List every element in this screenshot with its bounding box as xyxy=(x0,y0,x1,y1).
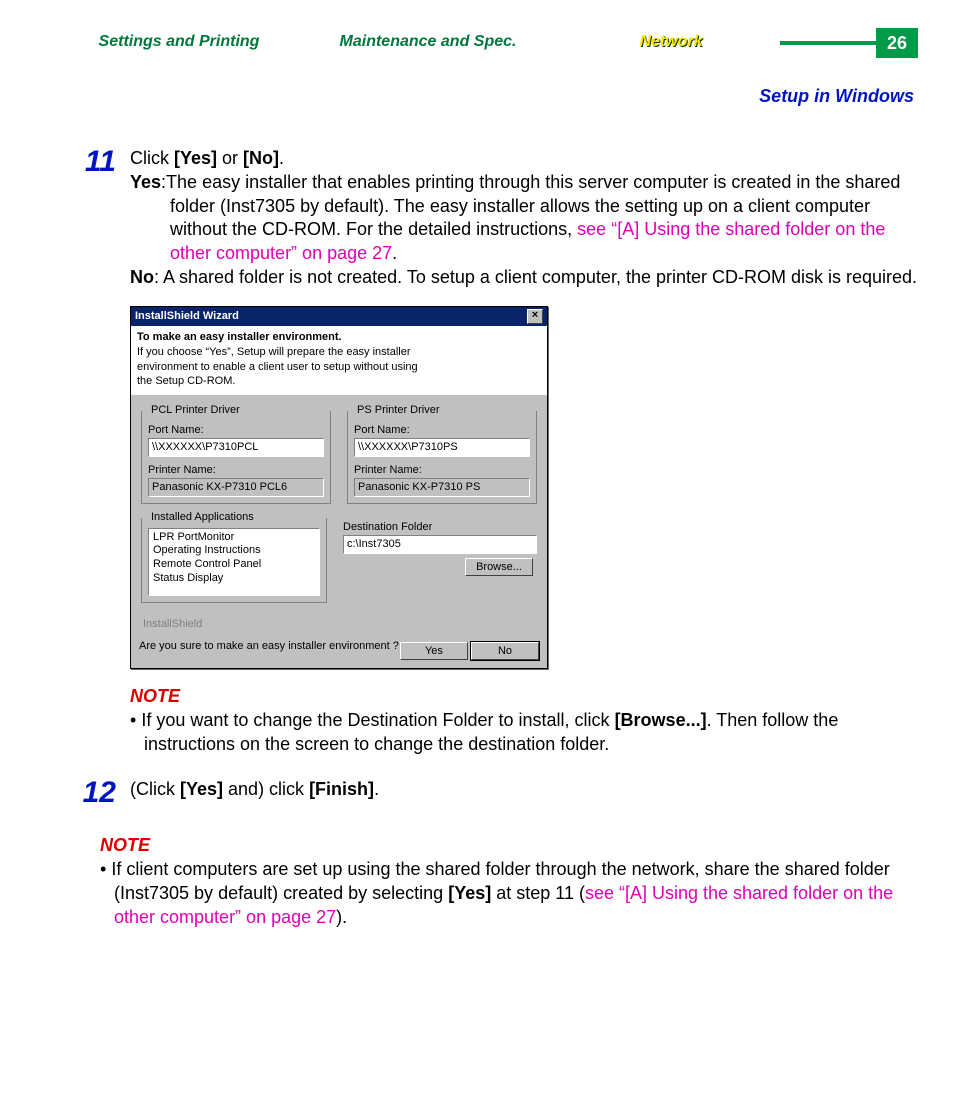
dialog-subheading: If you choose “Yes”, Setup will prepare … xyxy=(137,345,427,389)
installshield-brand: InstallShield xyxy=(139,617,539,632)
note-2-text: • If client computers are set up using t… xyxy=(100,858,918,929)
destination-folder-label: Destination Folder xyxy=(343,520,537,535)
ps-printer-field: Panasonic KX-P7310 PS xyxy=(354,478,530,497)
list-item: Status Display xyxy=(153,572,315,586)
group-installed-apps: LPR PortMonitor Operating Instructions R… xyxy=(141,518,327,603)
group-pcl-driver: Port Name: \\XXXXXX\P7310PCL Printer Nam… xyxy=(141,411,331,504)
step-11-number: 11 xyxy=(60,147,130,756)
close-icon[interactable]: × xyxy=(527,309,543,324)
step-11-no-desc: No: A shared folder is not created. To s… xyxy=(130,266,918,290)
step-11-heading: Click [Yes] or [No]. xyxy=(130,147,918,171)
section-subtitle: Setup in Windows xyxy=(60,86,914,107)
step-12-number: 12 xyxy=(60,778,130,808)
list-item: LPR PortMonitor xyxy=(153,531,315,545)
browse-button[interactable]: Browse... xyxy=(465,558,533,577)
dialog-title: InstallShield Wizard xyxy=(135,309,239,324)
list-item: Operating Instructions xyxy=(153,544,315,558)
step-12-heading: (Click [Yes] and) click [Finish]. xyxy=(130,778,918,802)
ps-port-field[interactable]: \\XXXXXX\P7310PS xyxy=(354,438,530,457)
step-11-yes-desc: Yes:The easy installer that enables prin… xyxy=(130,171,918,266)
pcl-port-field[interactable]: \\XXXXXX\P7310PCL xyxy=(148,438,324,457)
note-1-label: NOTE xyxy=(130,685,918,709)
note-2-label: NOTE xyxy=(100,834,918,858)
list-item: Remote Control Panel xyxy=(153,558,315,572)
pcl-printer-label: Printer Name: xyxy=(148,463,324,478)
page-number: 26 xyxy=(876,28,918,58)
tab-network[interactable]: Network xyxy=(562,28,780,56)
installshield-dialog: InstallShield Wizard × To make an easy i… xyxy=(130,306,548,670)
pcl-port-label: Port Name: xyxy=(148,423,324,438)
pcl-printer-field: Panasonic KX-P7310 PCL6 xyxy=(148,478,324,497)
dialog-heading: To make an easy installer environment. xyxy=(137,330,541,345)
yes-button[interactable]: Yes xyxy=(400,642,468,661)
group-ps-driver: Port Name: \\XXXXXX\P7310PS Printer Name… xyxy=(347,411,537,504)
dialog-titlebar: InstallShield Wizard × xyxy=(131,307,547,326)
ps-port-label: Port Name: xyxy=(354,423,530,438)
header-divider xyxy=(780,41,876,45)
destination-folder-field[interactable]: c:\Inst7305 xyxy=(343,535,537,554)
no-button[interactable]: No xyxy=(471,642,539,661)
ps-printer-label: Printer Name: xyxy=(354,463,530,478)
tab-maintenance-and-spec[interactable]: Maintenance and Spec. xyxy=(312,28,544,56)
installed-apps-list[interactable]: LPR PortMonitor Operating Instructions R… xyxy=(148,528,320,596)
tab-settings-and-printing[interactable]: Settings and Printing xyxy=(64,28,294,56)
note-1-text: • If you want to change the Destination … xyxy=(130,709,918,757)
top-tab-bar: Settings and Printing Maintenance and Sp… xyxy=(60,28,918,62)
